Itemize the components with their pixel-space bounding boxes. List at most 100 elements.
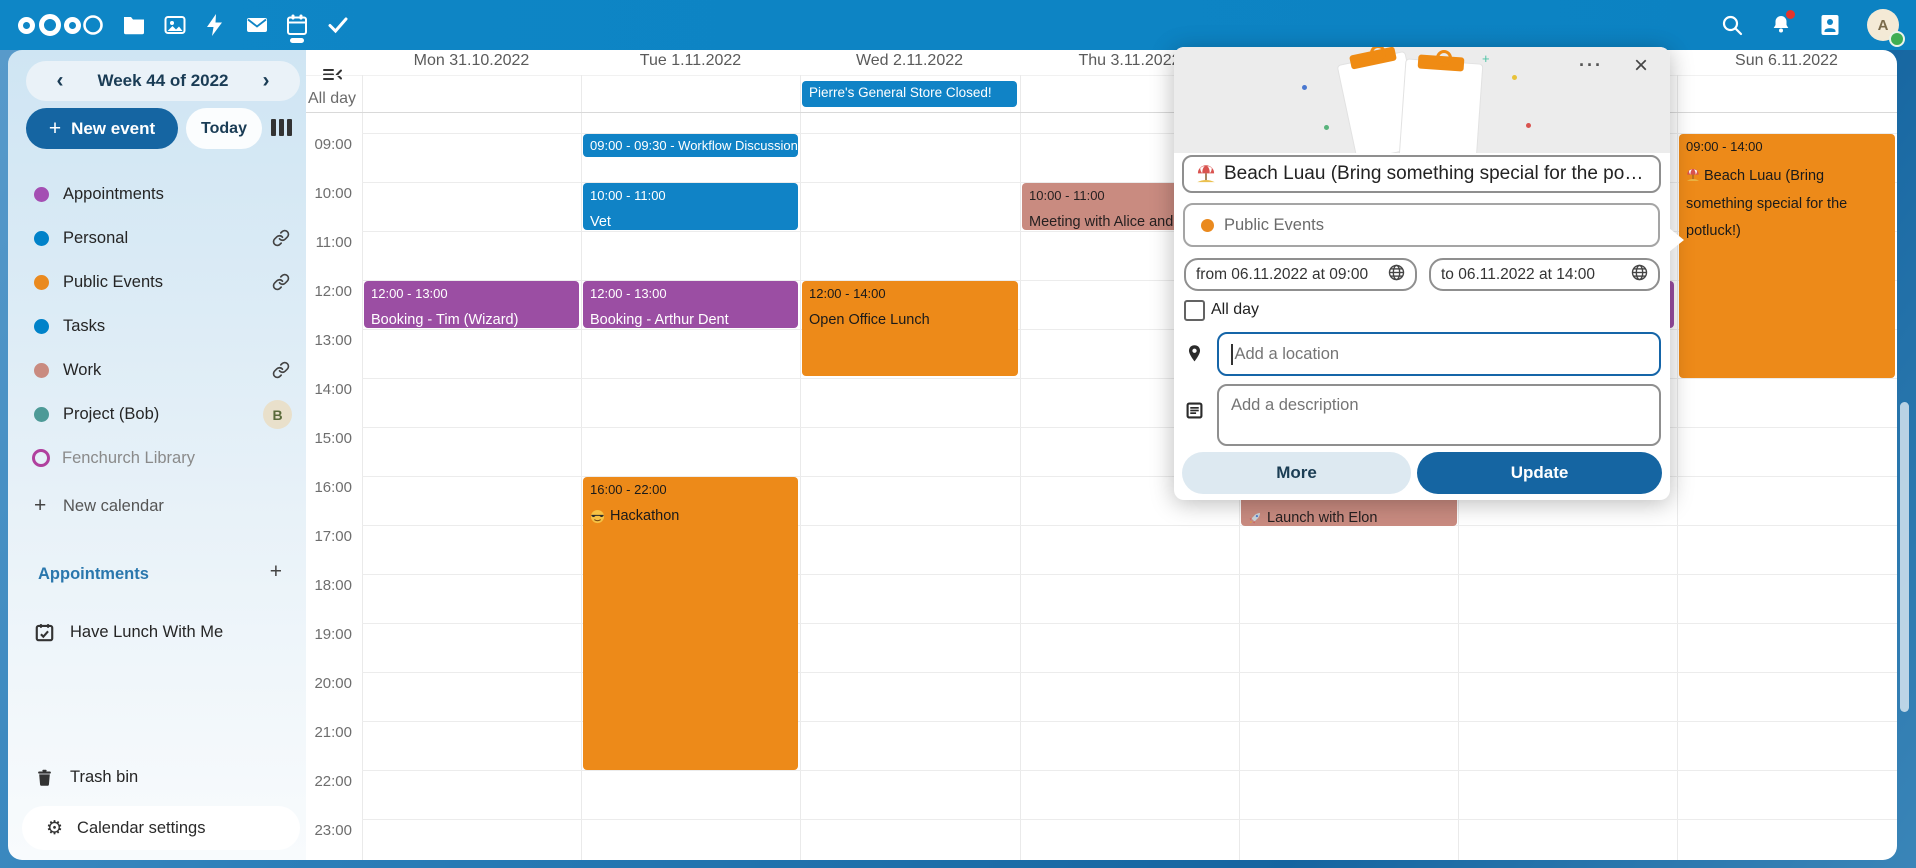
- today-button[interactable]: Today: [186, 108, 262, 149]
- popup-header: + ··· ×: [1174, 47, 1670, 153]
- calendar-color-dot: [34, 187, 49, 202]
- hour-label: 20:00: [306, 675, 352, 692]
- calendar-item-tasks[interactable]: Tasks: [8, 304, 306, 348]
- hour-label: 22:00: [306, 773, 352, 790]
- event-title-input[interactable]: Beach Luau (Bring something special for …: [1182, 155, 1661, 193]
- rocket-emoji: [1248, 511, 1262, 525]
- calendar-item-work[interactable]: Work: [8, 348, 306, 392]
- photos-icon[interactable]: [160, 10, 190, 40]
- hour-label: 21:00: [306, 724, 352, 741]
- hour-label: 15:00: [306, 430, 352, 447]
- previous-week-button[interactable]: ‹: [40, 61, 80, 101]
- event-vet[interactable]: 10:00 - 11:00 Vet: [583, 183, 798, 230]
- day-header-mon: Mon 31.10.2022: [362, 52, 581, 76]
- from-datetime-input[interactable]: from 06.11.2022 at 09:00: [1184, 258, 1417, 291]
- hour-label: 09:00: [306, 136, 352, 153]
- location-pin-icon: [1186, 344, 1203, 369]
- event-hackathon[interactable]: 16:00 - 22:00 Hackathon: [583, 477, 798, 770]
- hour-label: 17:00: [306, 528, 352, 545]
- shared-link-icon[interactable]: [272, 229, 290, 252]
- allday-checkbox[interactable]: [1184, 300, 1205, 321]
- top-bar: A: [0, 0, 1916, 50]
- calendar-picker[interactable]: Public Events: [1183, 203, 1660, 247]
- event-editor-popup: + ··· × Beach Luau (Bring something spec…: [1174, 47, 1670, 500]
- shared-link-icon[interactable]: [272, 273, 290, 296]
- description-textarea[interactable]: Add a description: [1217, 384, 1661, 446]
- hour-label: 11:00: [306, 234, 352, 251]
- timezone-globe-icon[interactable]: [1388, 264, 1405, 286]
- appointments-heading: Appointments: [38, 565, 149, 584]
- event-beach-luau[interactable]: 09:00 - 14:00 Beach Luau (Bring somethin…: [1679, 134, 1895, 378]
- files-folder-icon[interactable]: [119, 10, 149, 40]
- plus-icon: +: [49, 117, 61, 141]
- activity-bolt-icon[interactable]: [200, 10, 230, 40]
- calendar-color-ring: [32, 449, 50, 467]
- trash-icon: [34, 769, 54, 786]
- calendar-settings-button[interactable]: ⚙ Calendar settings: [22, 806, 300, 850]
- hour-label: 18:00: [306, 577, 352, 594]
- calendar-item-fenchurch-library[interactable]: Fenchurch Library: [8, 436, 306, 480]
- notifications-bell-icon[interactable]: [1766, 10, 1796, 40]
- appointment-item-have-lunch[interactable]: Have Lunch With Me: [8, 610, 306, 654]
- shared-link-icon[interactable]: [272, 361, 290, 384]
- calendar-sidebar: ‹ Week 44 of 2022 › + New event Today Ap…: [8, 50, 306, 860]
- next-week-button[interactable]: ›: [246, 61, 286, 101]
- active-app-indicator: [290, 38, 304, 43]
- close-icon[interactable]: ×: [1634, 52, 1648, 80]
- event-booking-arthur[interactable]: 12:00 - 13:00 Booking - Arthur Dent: [583, 281, 798, 328]
- trash-bin-button[interactable]: Trash bin: [8, 755, 306, 799]
- hour-label: 23:00: [306, 822, 352, 839]
- beach-umbrella-emoji: [1196, 164, 1216, 184]
- hour-label: 14:00: [306, 381, 352, 398]
- allday-checkbox-label: All day: [1211, 301, 1259, 319]
- event-open-office-lunch[interactable]: 12:00 - 14:00 Open Office Lunch: [802, 281, 1018, 376]
- location-input[interactable]: Add a location: [1217, 332, 1661, 376]
- hour-label: 16:00: [306, 479, 352, 496]
- week-label: Week 44 of 2022: [97, 71, 228, 91]
- view-columns-icon[interactable]: [271, 119, 292, 136]
- tasks-check-icon[interactable]: [323, 10, 353, 40]
- calendar-check-icon: [34, 623, 54, 642]
- collapse-sidebar-icon[interactable]: [322, 67, 343, 87]
- day-header-sun: Sun 6.11.2022: [1677, 52, 1896, 76]
- share-avatar: B: [263, 400, 292, 429]
- mail-icon[interactable]: [242, 10, 272, 40]
- dashboard-circle-icon[interactable]: [78, 10, 108, 40]
- calendar-color-dot: [34, 407, 49, 422]
- event-pierres-general-store[interactable]: Pierre's General Store Closed!: [802, 81, 1017, 107]
- day-header-wed: Wed 2.11.2022: [800, 52, 1019, 76]
- calendar-color-dot: [34, 231, 49, 246]
- hour-label: 13:00: [306, 332, 352, 349]
- search-icon[interactable]: [1717, 10, 1747, 40]
- page-scrollbar[interactable]: [1900, 402, 1909, 712]
- calendar-color-dot: [34, 275, 49, 290]
- description-icon: [1186, 402, 1203, 424]
- hour-label: 10:00: [306, 185, 352, 202]
- calendar-item-appointments[interactable]: Appointments: [8, 172, 306, 216]
- event-workflow-discussion[interactable]: 09:00 - 09:30 - Workflow Discussion: [583, 134, 798, 157]
- hour-label: 12:00: [306, 283, 352, 300]
- sunglasses-emoji: [590, 509, 605, 524]
- event-booking-tim[interactable]: 12:00 - 13:00 Booking - Tim (Wizard): [364, 281, 579, 328]
- contacts-icon[interactable]: [1815, 10, 1845, 40]
- notification-badge: [1786, 10, 1795, 19]
- add-appointment-button[interactable]: +: [270, 560, 282, 584]
- more-button[interactable]: More: [1182, 452, 1411, 494]
- calendar-item-personal[interactable]: Personal: [8, 216, 306, 260]
- calendar-item-public-events[interactable]: Public Events: [8, 260, 306, 304]
- timezone-globe-icon[interactable]: [1631, 264, 1648, 286]
- new-event-button[interactable]: + New event: [26, 108, 178, 149]
- plus-icon: +: [34, 494, 49, 518]
- beach-umbrella-emoji: [1686, 168, 1700, 182]
- calendar-item-project-bob[interactable]: Project (Bob) B: [8, 392, 306, 436]
- new-calendar-button[interactable]: + New calendar: [8, 484, 306, 528]
- popup-menu-button[interactable]: ···: [1579, 55, 1603, 76]
- allday-label: All day: [306, 90, 356, 108]
- to-datetime-input[interactable]: to 06.11.2022 at 14:00: [1429, 258, 1660, 291]
- day-header-tue: Tue 1.11.2022: [581, 52, 800, 76]
- update-button[interactable]: Update: [1417, 452, 1662, 494]
- gear-icon: ⚙: [46, 817, 63, 840]
- hour-label: 19:00: [306, 626, 352, 643]
- nextcloud-logo-icon[interactable]: [18, 10, 80, 40]
- calendar-icon[interactable]: [282, 10, 312, 40]
